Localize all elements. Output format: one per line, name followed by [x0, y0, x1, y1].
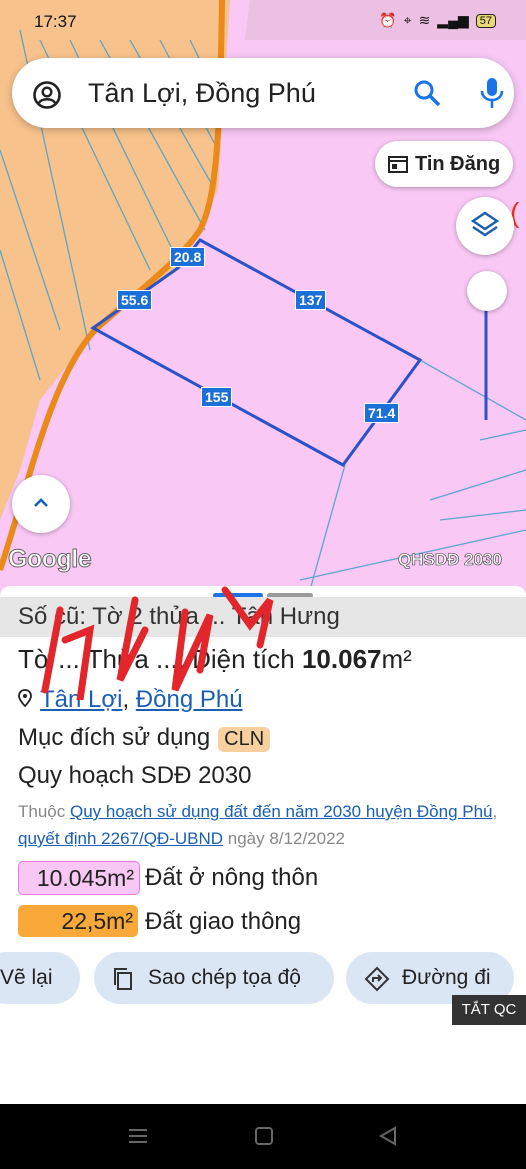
belongs-prefix: Thuộc	[18, 802, 70, 821]
zone-area-value: 10.045m²	[36, 865, 134, 891]
back-icon[interactable]	[378, 1126, 398, 1146]
zone-area-value: 22,5m²	[61, 908, 133, 934]
belongs-text: Thuộc Quy hoạch sử dụng đất đến năm 2030…	[18, 802, 498, 848]
menu-icon[interactable]	[128, 1126, 148, 1146]
redraw-button[interactable]: Vẽ lại	[0, 952, 80, 1004]
zone-area-chip: 10.045m²	[18, 861, 140, 895]
purpose-row: Mục đích sử dụng CLN	[18, 724, 271, 752]
zone-name: Đất ở nông thôn	[145, 864, 319, 891]
copy-coordinates-button[interactable]: Sao chép tọa độ	[94, 952, 334, 1004]
purpose-code-badge: CLN	[218, 727, 271, 752]
redraw-label: Vẽ lại	[0, 966, 53, 989]
home-icon[interactable]	[254, 1126, 274, 1146]
redaction-scribble	[41, 586, 274, 700]
purpose-label: Mục đích sử dụng	[18, 724, 211, 751]
copy-coordinates-label: Sao chép tọa độ	[148, 966, 301, 989]
decision-link[interactable]: quyết định 2267/QĐ-UBND	[18, 829, 223, 848]
decision-date: ngày 8/12/2022	[223, 829, 345, 848]
zone-area-chip: 22,5m²	[18, 905, 138, 937]
copy-icon	[114, 968, 132, 990]
zone-name: Đất giao thông	[145, 908, 302, 935]
close-ad-button[interactable]: TẮT QC	[452, 995, 526, 1025]
plan-link[interactable]: Quy hoạch sử dụng đất đến năm 2030 huyện…	[70, 802, 493, 821]
directions-label: Đường đi	[402, 966, 491, 989]
plan-label: Quy hoạch SDĐ 2030	[18, 762, 252, 789]
system-nav-bar	[0, 1104, 526, 1169]
directions-icon	[364, 966, 390, 992]
